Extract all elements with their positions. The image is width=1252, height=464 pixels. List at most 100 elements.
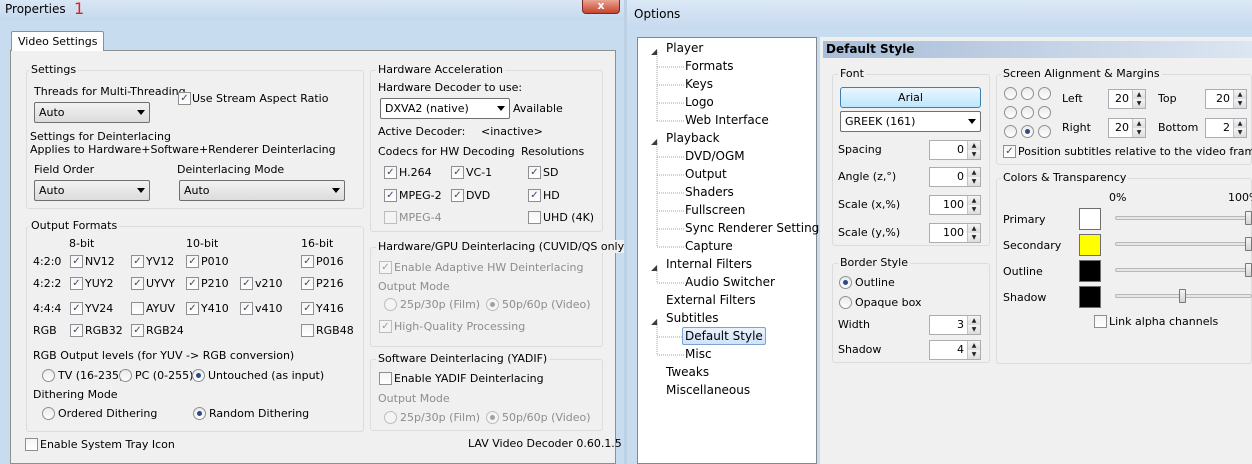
tray-icon-checkbox[interactable] (25, 438, 38, 451)
tree-item-default-style[interactable]: Default Style (682, 327, 766, 345)
spin-down-icon[interactable]: ▼ (967, 233, 980, 242)
tree-item-keys[interactable]: Keys (685, 77, 713, 91)
spin-down-icon[interactable]: ▼ (1233, 99, 1246, 108)
collapse-icon[interactable]: ◢ (651, 137, 660, 146)
shadow-alpha-slider[interactable] (1179, 289, 1186, 303)
tree-item-tweaks[interactable]: Tweaks (666, 365, 709, 379)
uyvy-checkbox[interactable]: ✓ (131, 277, 144, 290)
collapse-icon[interactable]: ◢ (651, 47, 660, 56)
tree-item-playback[interactable]: Playback (666, 131, 720, 145)
threads-dropdown[interactable]: Auto (34, 102, 150, 123)
align-bottom-right-radio[interactable] (1038, 125, 1051, 138)
p016-checkbox[interactable]: ✓ (301, 255, 314, 268)
tree-item-player[interactable]: Player (666, 41, 703, 55)
sd-checkbox[interactable]: ✓ (528, 166, 541, 179)
opaque-box-radio[interactable] (839, 296, 852, 309)
uhd-checkbox[interactable] (528, 211, 541, 224)
tree-item-logo[interactable]: Logo (685, 95, 714, 109)
hd-checkbox[interactable]: ✓ (528, 189, 541, 202)
adaptive-hw-deint-checkbox[interactable]: ✓ (379, 261, 392, 274)
spin-down-icon[interactable]: ▼ (1233, 128, 1246, 137)
spin-up-icon[interactable]: ▲ (967, 196, 980, 205)
align-top-center-radio[interactable] (1021, 87, 1034, 100)
spin-down-icon[interactable]: ▼ (967, 177, 980, 186)
spacing-spinner[interactable]: 0 ▲ ▼ (929, 140, 981, 160)
margin-right-spinner[interactable]: 20 ▲ ▼ (1108, 118, 1146, 138)
mpeg2-checkbox[interactable]: ✓ (384, 189, 397, 202)
rgb48-checkbox[interactable] (301, 324, 314, 337)
ordered-dithering-radio[interactable] (42, 407, 55, 420)
hw-video-radio[interactable] (486, 298, 499, 311)
stream-aspect-checkbox[interactable]: ✓ (178, 92, 191, 105)
spin-down-icon[interactable]: ▼ (967, 205, 980, 214)
tree-item-misc[interactable]: Misc (685, 347, 712, 361)
scale-x-spinner[interactable]: 100 ▲ ▼ (929, 195, 981, 215)
yadif-checkbox[interactable] (379, 372, 392, 385)
spin-down-icon[interactable]: ▼ (967, 325, 980, 334)
outline-color-swatch[interactable] (1079, 260, 1101, 282)
spin-up-icon[interactable]: ▲ (1233, 119, 1246, 128)
sw-film-radio[interactable] (384, 411, 397, 424)
p210-checkbox[interactable]: ✓ (186, 277, 199, 290)
spin-up-icon[interactable]: ▲ (967, 316, 980, 325)
hq-processing-checkbox[interactable]: ✓ (379, 320, 392, 333)
tree-item-shaders[interactable]: Shaders (685, 185, 734, 199)
spin-up-icon[interactable]: ▲ (1233, 90, 1246, 99)
tree-item-external-filters[interactable]: External Filters (666, 293, 756, 307)
primary-alpha-slider[interactable] (1245, 211, 1252, 225)
collapse-icon[interactable]: ◢ (651, 263, 660, 272)
collapse-icon[interactable]: ◢ (651, 317, 660, 326)
align-middle-center-radio[interactable] (1021, 106, 1034, 119)
hw-film-radio[interactable] (384, 298, 397, 311)
width-spinner[interactable]: 3 ▲ ▼ (929, 315, 981, 335)
spin-down-icon[interactable]: ▼ (1132, 128, 1145, 137)
tv-levels-radio[interactable] (42, 369, 55, 382)
pc-levels-radio[interactable] (119, 369, 132, 382)
nv12-checkbox[interactable]: ✓ (70, 255, 83, 268)
yv24-checkbox[interactable]: ✓ (70, 302, 83, 315)
spin-down-icon[interactable]: ▼ (967, 350, 980, 359)
shadow-spinner[interactable]: 4 ▲ ▼ (929, 340, 981, 360)
link-alpha-checkbox[interactable] (1094, 315, 1107, 328)
shadow-color-swatch[interactable] (1079, 286, 1101, 308)
tree-item-subtitles[interactable]: Subtitles (666, 311, 719, 325)
hw-decoder-dropdown[interactable]: DXVA2 (native) (380, 98, 510, 119)
align-bottom-left-radio[interactable] (1004, 125, 1017, 138)
charset-dropdown[interactable]: GREEK (161) (840, 111, 981, 132)
tree-item-capture[interactable]: Capture (685, 239, 733, 253)
deint-mode-dropdown[interactable]: Auto (179, 180, 345, 201)
tree-item-miscellaneous[interactable]: Miscellaneous (666, 383, 750, 397)
tree-item-sync-renderer[interactable]: Sync Renderer Settings (685, 221, 826, 235)
y416-checkbox[interactable]: ✓ (301, 302, 314, 315)
primary-color-swatch[interactable] (1079, 208, 1101, 230)
spin-up-icon[interactable]: ▲ (967, 341, 980, 350)
v210-checkbox[interactable]: ✓ (240, 277, 253, 290)
h264-checkbox[interactable]: ✓ (384, 166, 397, 179)
font-button[interactable]: Arial (840, 87, 981, 108)
spin-up-icon[interactable]: ▲ (1132, 119, 1145, 128)
align-top-right-radio[interactable] (1038, 87, 1051, 100)
tree-item-dvd-ogm[interactable]: DVD/OGM (685, 149, 745, 163)
field-order-dropdown[interactable]: Auto (34, 180, 150, 201)
yuy2-checkbox[interactable]: ✓ (70, 277, 83, 290)
margin-left-spinner[interactable]: 20 ▲ ▼ (1108, 89, 1146, 109)
secondary-alpha-slider[interactable] (1245, 237, 1252, 251)
mpeg4-checkbox[interactable] (384, 211, 397, 224)
tree-item-formats[interactable]: Formats (685, 59, 734, 73)
yv12-checkbox[interactable]: ✓ (131, 255, 144, 268)
spin-down-icon[interactable]: ▼ (1132, 99, 1145, 108)
spin-down-icon[interactable]: ▼ (967, 150, 980, 159)
align-bottom-center-radio[interactable] (1021, 125, 1034, 138)
rgb32-checkbox[interactable]: ✓ (70, 324, 83, 337)
relative-position-checkbox[interactable]: ✓ (1003, 145, 1016, 158)
spin-up-icon[interactable]: ▲ (967, 168, 980, 177)
random-dithering-radio[interactable] (193, 407, 206, 420)
untouched-levels-radio[interactable] (192, 369, 205, 382)
close-button[interactable]: x (582, 0, 620, 14)
tree-item-internal-filters[interactable]: Internal Filters (666, 257, 752, 271)
tree-item-output[interactable]: Output (685, 167, 727, 181)
y410-checkbox[interactable]: ✓ (186, 302, 199, 315)
scale-y-spinner[interactable]: 100 ▲ ▼ (929, 223, 981, 243)
align-middle-right-radio[interactable] (1038, 106, 1051, 119)
p010-checkbox[interactable]: ✓ (186, 255, 199, 268)
